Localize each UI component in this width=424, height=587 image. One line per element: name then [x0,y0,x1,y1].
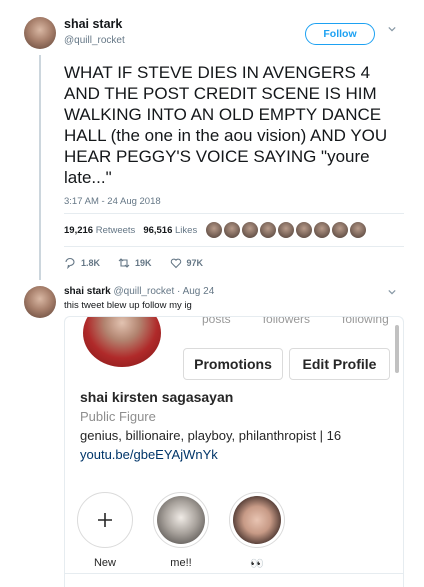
tweet-header: shai stark @quill_rocket · Aug 24 [64,286,215,297]
heart-icon [170,258,181,269]
highlight-eyes: 👀 [229,492,285,570]
tweet-actions: 1.8K 19K 97K [64,257,203,269]
highlight-label: New [93,557,116,569]
instagram-link: youtu.be/gbeEYAjWnYk [80,447,218,462]
retweets-count: 19,216 [64,225,94,236]
instagram-name: shai kirsten sagasayan [80,389,234,405]
likes-stat[interactable]: 96,516 Likes [143,225,197,236]
highlight-ring [229,492,285,548]
divider [64,246,404,247]
highlight-thumbnail [157,496,205,544]
avatar[interactable] [24,17,56,49]
divider [64,213,404,214]
scrollbar [395,325,399,373]
tweet-timestamp[interactable]: 3:17 AM - 24 Aug 2018 [64,196,161,207]
instagram-screenshot[interactable]: posts followers following Promotions Edi… [64,316,404,587]
following-label: following [342,316,389,326]
liker-avatars [206,222,366,238]
chevron-down-icon[interactable] [388,25,396,33]
tweet-author-name[interactable]: shai stark [64,286,111,297]
instagram-stat-labels: posts followers following [202,316,389,326]
retweet-count: 19K [135,258,152,268]
highlight-thumbnail [233,496,281,544]
thread-line [39,55,41,280]
followers-label: followers [262,316,311,326]
reply-button[interactable]: 1.8K [64,257,100,269]
chevron-down-icon[interactable] [388,288,396,296]
tweet-author-handle[interactable]: @quill_rocket [64,35,125,46]
retweets-label: Retweets [95,225,136,236]
highlight-new: New [77,492,133,569]
reply-count: 1.8K [81,258,101,268]
tweet-author-name[interactable]: shai stark [64,17,122,31]
instagram-category: Public Figure [80,409,156,424]
edit-profile-button: Edit Profile [289,348,390,380]
liker-avatar[interactable] [314,222,330,238]
follow-button[interactable]: Follow [305,23,375,45]
likes-label: Likes [175,225,198,236]
liker-avatar[interactable] [332,222,348,238]
like-count: 97K [186,258,204,268]
liker-avatar[interactable] [278,222,294,238]
liker-avatar[interactable] [242,222,258,238]
liker-avatar[interactable] [296,222,312,238]
tweet-date[interactable]: Aug 24 [183,286,215,297]
highlight-label: me!! [170,557,192,569]
highlight-ring [153,492,209,548]
highlight-ring [77,492,133,548]
reply-icon [65,257,75,269]
like-button[interactable]: 97K [170,257,204,269]
likes-count: 96,516 [143,225,173,236]
retweets-stat[interactable]: 19,216 Retweets [64,225,135,236]
retweet-icon [118,258,130,268]
highlight-me: me!! [153,492,209,569]
liker-avatar[interactable] [206,222,222,238]
plus-icon [98,513,112,527]
liker-avatar[interactable] [350,222,366,238]
divider [65,573,403,574]
tweet-text: this tweet blew up follow my ig [64,300,192,311]
posts-label: posts [202,316,231,326]
tweet-stats: 19,216 Retweets 96,516 Likes [64,225,197,236]
instagram-profile-picture [83,317,161,367]
tweet-author-handle[interactable]: @quill_rocket [113,286,174,297]
promotions-button: Promotions [183,348,283,380]
liker-avatar[interactable] [260,222,276,238]
instagram-bio: genius, billionaire, playboy, philanthro… [80,428,342,443]
retweet-button[interactable]: 19K [118,257,152,269]
tweet-text: WHAT IF STEVE DIES IN AVENGERS 4 AND THE… [64,63,388,187]
avatar[interactable] [24,286,56,318]
highlight-label: 👀 [250,558,264,570]
liker-avatar[interactable] [224,222,240,238]
